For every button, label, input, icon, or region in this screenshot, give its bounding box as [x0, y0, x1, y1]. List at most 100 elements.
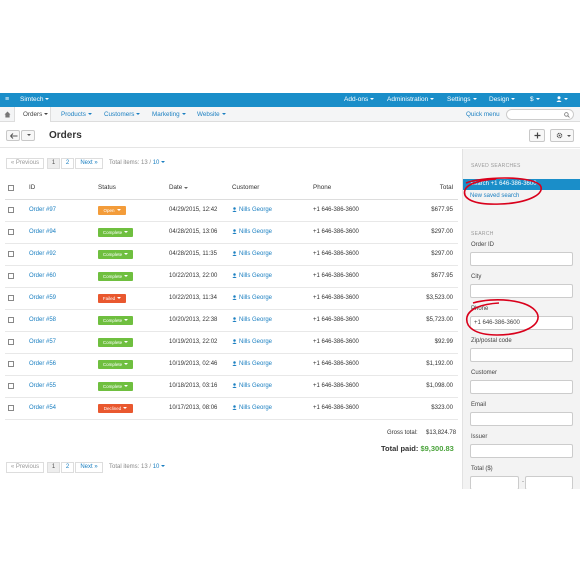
company-selector[interactable]: Simtech [20, 96, 50, 103]
nav-customers[interactable]: Customers [104, 111, 141, 118]
back-dropdown-button[interactable] [21, 130, 35, 141]
customer-link[interactable]: Nills George [232, 207, 272, 213]
row-checkbox[interactable] [8, 338, 14, 345]
order-total: $323.00 [393, 397, 458, 420]
zip-input[interactable] [470, 348, 573, 362]
select-all-checkbox[interactable] [8, 184, 14, 191]
phone-number: +1 646-386-3600 [313, 199, 393, 222]
order-date: 04/29/2015, 12:42 [169, 199, 232, 222]
column-status[interactable]: Status [98, 177, 169, 200]
table-row: Order #92 Complete 04/28/2015, 11:35 Nills … [5, 243, 458, 266]
global-search-input[interactable] [506, 109, 574, 120]
column-date[interactable]: Date [169, 177, 232, 200]
city-label: City [471, 274, 482, 280]
phone-number: +1 646-386-3600 [313, 243, 393, 266]
status-badge[interactable]: Failed [98, 293, 126, 303]
email-input[interactable] [470, 412, 573, 426]
customer-link[interactable]: Nills George [232, 361, 272, 367]
chevron-down-icon [27, 134, 31, 136]
pager-page-2[interactable]: 2 [61, 158, 74, 169]
customer-link[interactable]: Nills George [232, 229, 272, 235]
status-badge[interactable]: Complete [98, 227, 133, 237]
status-badge[interactable]: Complete [98, 271, 133, 281]
order-id-link[interactable]: Order #55 [29, 383, 56, 389]
row-checkbox[interactable] [8, 316, 14, 323]
order-id-link[interactable]: Order #57 [29, 339, 56, 345]
city-input[interactable] [470, 284, 573, 298]
column-customer[interactable]: Customer [232, 177, 313, 200]
topnav-administration[interactable]: Administration [387, 96, 435, 103]
order-total: $1,192.00 [393, 353, 458, 376]
nav-products[interactable]: Products [61, 111, 92, 118]
pagination-bottom: « Previous 1 2 Next » Total items: 13 / … [6, 462, 306, 473]
status-badge[interactable]: Complete [98, 381, 133, 391]
home-button[interactable] [0, 107, 15, 122]
pager-previous[interactable]: « Previous [6, 158, 44, 169]
nav-marketing[interactable]: Marketing [152, 111, 186, 118]
order-id-link[interactable]: Order #94 [29, 229, 56, 235]
row-checkbox[interactable] [8, 382, 14, 389]
status-badge[interactable]: Declined [98, 403, 133, 413]
topnav-settings[interactable]: Settings [447, 96, 477, 103]
topnav-addons[interactable]: Add-ons [344, 96, 375, 103]
row-checkbox[interactable] [8, 272, 14, 279]
order-id-link[interactable]: Order #60 [29, 273, 56, 279]
nav-website[interactable]: Website [197, 111, 226, 118]
customer-link[interactable]: Nills George [232, 317, 272, 323]
row-checkbox[interactable] [8, 404, 14, 411]
pager-page-1[interactable]: 1 [47, 462, 60, 473]
total-to-input[interactable] [525, 476, 573, 489]
add-order-button[interactable] [529, 129, 545, 142]
store-logo-icon[interactable]: ≡ [5, 96, 9, 103]
order-id-link[interactable]: Order #54 [29, 405, 56, 411]
pager-previous[interactable]: « Previous [6, 462, 44, 473]
nav-orders[interactable]: Orders [23, 111, 49, 118]
order-id-link[interactable]: Order #92 [29, 251, 56, 257]
customer-link[interactable]: Nills George [232, 295, 272, 301]
customer-link[interactable]: Nills George [232, 405, 272, 411]
order-id-link[interactable]: Order #97 [29, 207, 56, 213]
status-badge[interactable]: Complete [98, 359, 133, 369]
customer-input[interactable] [470, 380, 573, 394]
pager-next[interactable]: Next » [75, 462, 103, 473]
status-badge[interactable]: Complete [98, 249, 133, 259]
status-badge[interactable]: Complete [98, 337, 133, 347]
order-id-link[interactable]: Order #59 [29, 295, 56, 301]
settings-dropdown-button[interactable] [550, 129, 574, 142]
quick-menu-link[interactable]: Quick menu [466, 111, 500, 118]
row-checkbox[interactable] [8, 294, 14, 301]
user-icon [232, 383, 237, 388]
user-icon [232, 361, 237, 366]
order-id-link[interactable]: Order #56 [29, 361, 56, 367]
row-checkbox[interactable] [8, 250, 14, 257]
pager-next[interactable]: Next » [75, 158, 103, 169]
back-button[interactable] [6, 130, 20, 141]
status-badge[interactable]: Complete [98, 315, 133, 325]
saved-searches-heading: SAVED SEARCHES [471, 163, 521, 169]
currency-selector[interactable]: $ [530, 96, 540, 103]
per-page-selector[interactable]: 10 [153, 160, 166, 166]
status-badge[interactable]: Open [98, 205, 126, 215]
total-from-input[interactable] [470, 476, 519, 489]
pager-page-2[interactable]: 2 [61, 462, 74, 473]
user-icon [232, 295, 237, 300]
customer-link[interactable]: Nills George [232, 251, 272, 257]
row-checkbox[interactable] [8, 228, 14, 235]
table-row: Order #60 Complete 10/22/2013, 22:00 Nills … [5, 265, 458, 288]
column-phone[interactable]: Phone [313, 177, 393, 200]
user-menu[interactable] [556, 96, 568, 103]
order-id-link[interactable]: Order #58 [29, 317, 56, 323]
per-page-selector[interactable]: 10 [153, 464, 166, 470]
issuer-input[interactable] [470, 444, 573, 458]
row-checkbox[interactable] [8, 206, 14, 213]
column-total[interactable]: Total [393, 177, 458, 200]
customer-link[interactable]: Nills George [232, 383, 272, 389]
order-id-input[interactable] [470, 252, 573, 266]
customer-link[interactable]: Nills George [232, 339, 272, 345]
order-date: 10/17/2013, 08:06 [169, 397, 232, 420]
pager-page-1[interactable]: 1 [47, 158, 60, 169]
customer-link[interactable]: Nills George [232, 273, 272, 279]
row-checkbox[interactable] [8, 360, 14, 367]
topnav-design[interactable]: Design [489, 96, 516, 103]
column-id[interactable]: ID [29, 177, 98, 200]
